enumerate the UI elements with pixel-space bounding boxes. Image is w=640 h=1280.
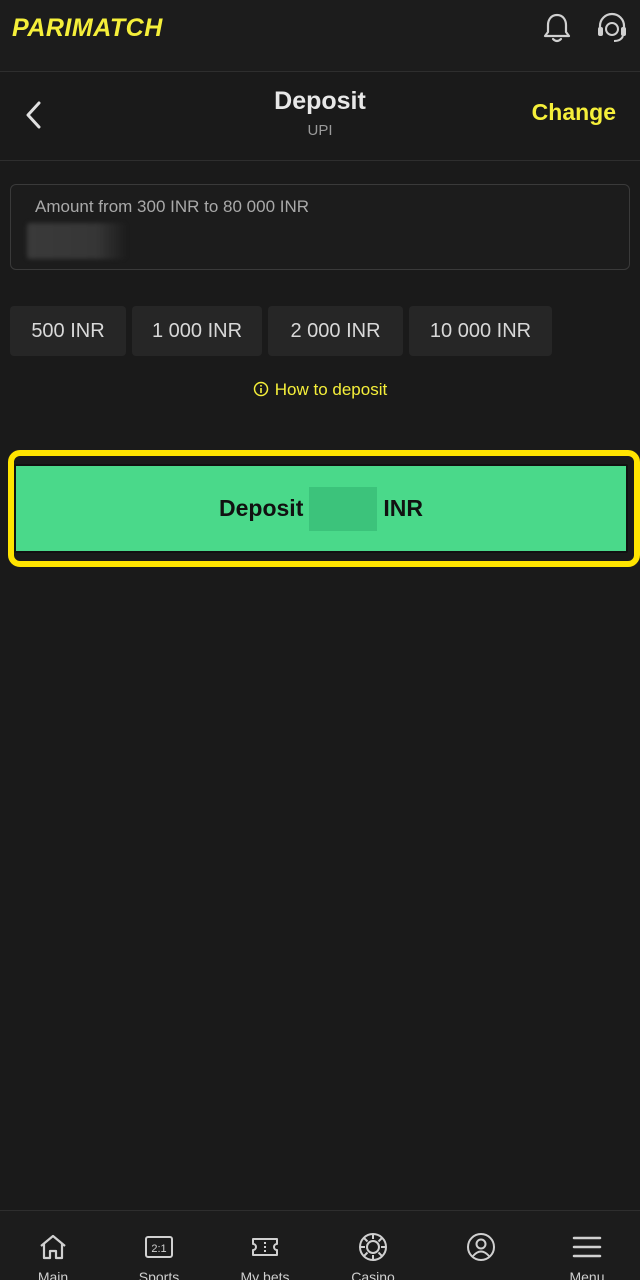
change-method-button[interactable]: Change	[532, 99, 616, 126]
quick-amount-chip[interactable]: 500 INR	[10, 306, 126, 356]
how-to-deposit-label: How to deposit	[274, 380, 388, 399]
parimatch-logo[interactable]: PARIMATCH	[12, 14, 163, 43]
nav-item-profile[interactable]	[428, 1211, 534, 1280]
casino-chip-icon	[359, 1233, 387, 1261]
quick-amount-chip[interactable]: 10 000 INR	[409, 306, 552, 356]
nav-label: Sports	[138, 1269, 180, 1280]
nav-label: Casino	[351, 1269, 395, 1280]
amount-input[interactable]: Amount from 300 INR to 80 000 INR	[10, 184, 630, 270]
home-icon	[40, 1234, 66, 1260]
menu-icon	[572, 1236, 602, 1258]
ticket-icon	[252, 1238, 278, 1256]
nav-label: Menu	[569, 1269, 605, 1280]
nav-label: Main	[37, 1269, 69, 1280]
deposit-button[interactable]: Deposit INR	[14, 464, 628, 553]
bell-icon[interactable]	[539, 10, 575, 46]
how-to-deposit-link[interactable]: How to deposit	[0, 380, 640, 400]
quick-amount-chip[interactable]: 1 000 INR	[132, 306, 262, 356]
quick-amount-chip[interactable]: 2 000 INR	[268, 306, 403, 356]
svg-text:2:1: 2:1	[151, 1243, 166, 1255]
support-headset-icon[interactable]	[594, 10, 630, 46]
nav-label: My bets	[240, 1269, 290, 1280]
info-icon	[253, 381, 269, 397]
top-bar: PARIMATCH	[0, 0, 640, 72]
profile-icon	[467, 1233, 495, 1261]
nav-item-main[interactable]: Main	[0, 1211, 106, 1280]
deposit-amount-redacted	[309, 486, 378, 531]
deposit-button-prefix: Deposit	[219, 495, 304, 521]
odds-icon: 2:1	[145, 1236, 173, 1258]
nav-item-casino[interactable]: Casino	[320, 1211, 426, 1280]
nav-item-menu[interactable]: Menu	[534, 1211, 640, 1280]
page-header: Deposit UPI Change	[0, 73, 640, 161]
nav-item-sports[interactable]: 2:1 Sports	[106, 1211, 212, 1280]
amount-value-redacted[interactable]	[27, 223, 127, 259]
bottom-navigation: Main 2:1 Sports My bets Casino Menu	[0, 1210, 640, 1280]
amount-range-label: Amount from 300 INR to 80 000 INR	[35, 197, 310, 216]
deposit-button-currency: INR	[383, 495, 423, 521]
nav-item-my-bets[interactable]: My bets	[212, 1211, 318, 1280]
